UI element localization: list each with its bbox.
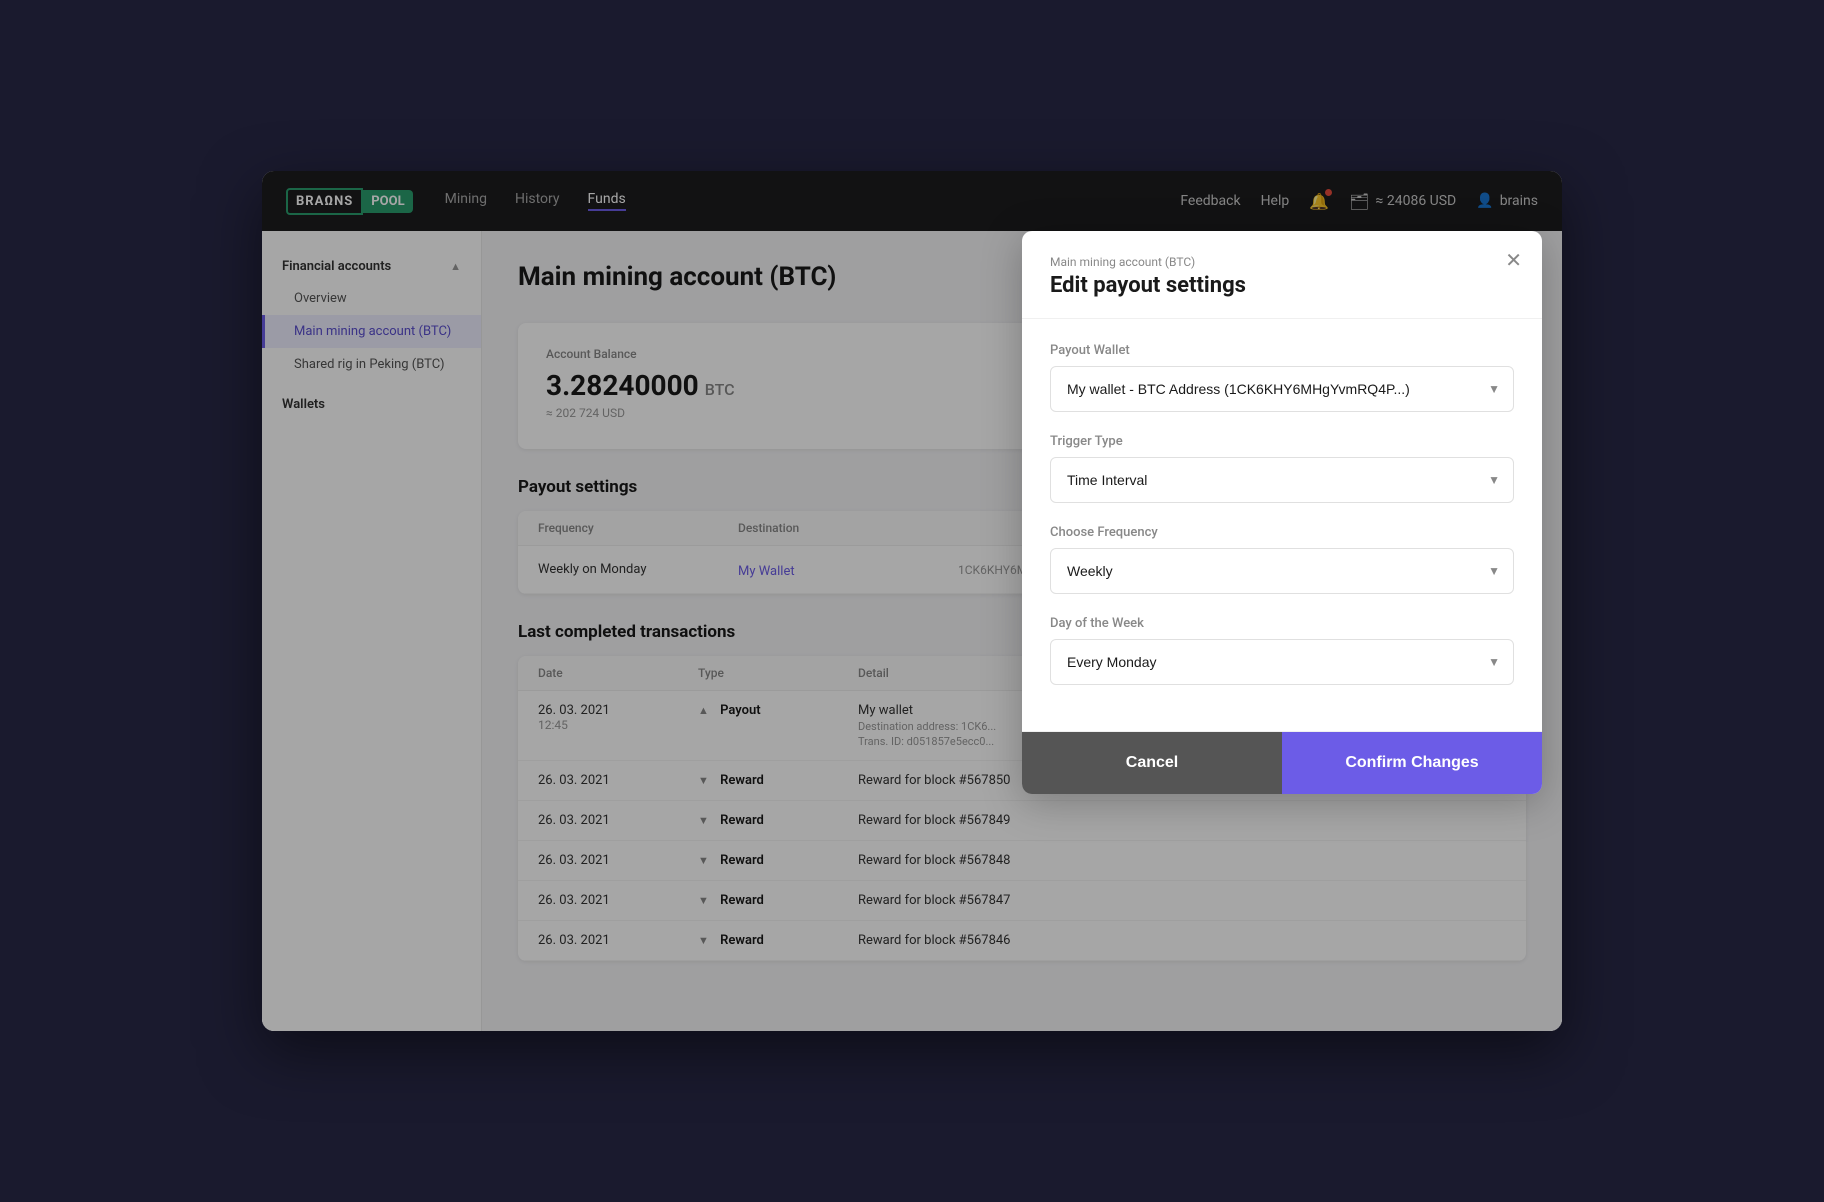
- confirm-changes-button[interactable]: Confirm Changes: [1282, 732, 1542, 794]
- payout-wallet-select[interactable]: My wallet - BTC Address (1CK6KHY6MHgYvmR…: [1050, 366, 1514, 412]
- modal-close-button[interactable]: ✕: [1505, 251, 1522, 271]
- modal-body: Payout Wallet My wallet - BTC Address (1…: [1022, 319, 1542, 731]
- day-of-week-label: Day of the Week: [1050, 616, 1514, 631]
- modal-subtitle: Main mining account (BTC): [1050, 255, 1514, 269]
- frequency-select-wrapper: Weekly ▼: [1050, 548, 1514, 594]
- frequency-select[interactable]: Weekly: [1050, 548, 1514, 594]
- modal-footer: Cancel Confirm Changes: [1022, 731, 1542, 794]
- day-of-week-group: Day of the Week Every Monday ▼: [1050, 616, 1514, 685]
- modal-overlay: Main mining account (BTC) Edit payout se…: [262, 171, 1562, 1031]
- trigger-type-select[interactable]: Time Interval: [1050, 457, 1514, 503]
- payout-wallet-group: Payout Wallet My wallet - BTC Address (1…: [1050, 343, 1514, 412]
- trigger-type-group: Trigger Type Time Interval ▼: [1050, 434, 1514, 503]
- payout-wallet-select-wrapper: My wallet - BTC Address (1CK6KHY6MHgYvmR…: [1050, 366, 1514, 412]
- trigger-type-label: Trigger Type: [1050, 434, 1514, 449]
- payout-wallet-label: Payout Wallet: [1050, 343, 1514, 358]
- cancel-button[interactable]: Cancel: [1022, 732, 1282, 794]
- day-of-week-select-wrapper: Every Monday ▼: [1050, 639, 1514, 685]
- screen-wrapper: BRAΩNS POOL Mining History Funds Feedbac…: [262, 171, 1562, 1031]
- modal-header: Main mining account (BTC) Edit payout se…: [1022, 231, 1542, 319]
- trigger-type-select-wrapper: Time Interval ▼: [1050, 457, 1514, 503]
- day-of-week-select[interactable]: Every Monday: [1050, 639, 1514, 685]
- frequency-group: Choose Frequency Weekly ▼: [1050, 525, 1514, 594]
- edit-payout-modal: Main mining account (BTC) Edit payout se…: [1022, 231, 1542, 794]
- modal-title: Edit payout settings: [1050, 273, 1514, 298]
- frequency-label: Choose Frequency: [1050, 525, 1514, 540]
